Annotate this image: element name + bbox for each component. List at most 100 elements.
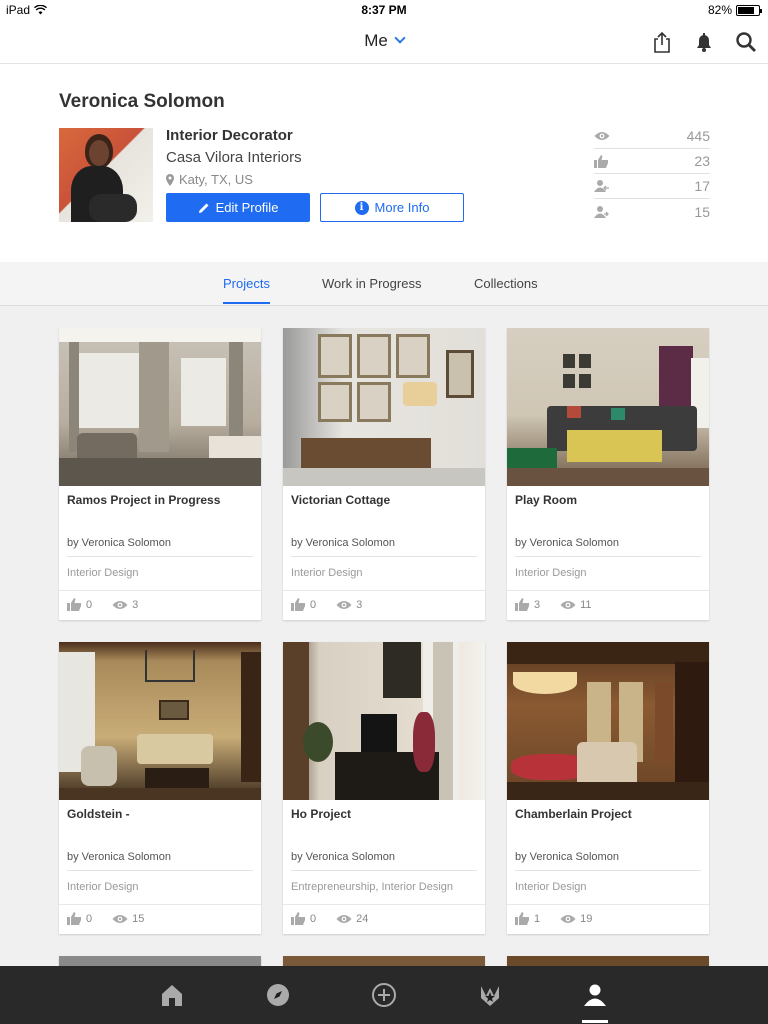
- divider: [283, 904, 485, 905]
- thumbs-up-icon[interactable]: [67, 598, 82, 611]
- thumbs-up-icon: [594, 154, 608, 168]
- like-count: 0: [86, 598, 93, 611]
- edit-profile-label: Edit Profile: [215, 200, 279, 215]
- eye-icon: [112, 914, 128, 923]
- profile-title: Interior Decorator: [166, 127, 293, 144]
- eye-icon: [594, 132, 610, 140]
- project-card[interactable]: [283, 956, 485, 966]
- eye-icon: [112, 600, 128, 609]
- project-card[interactable]: [507, 956, 709, 966]
- home-icon[interactable]: [159, 982, 185, 1008]
- divider: [507, 904, 709, 905]
- project-card[interactable]: Goldstein - by Veronica Solomon Interior…: [59, 642, 261, 934]
- thumbs-up-icon[interactable]: [515, 912, 530, 925]
- project-thumbnail[interactable]: [507, 642, 709, 800]
- nav-icons: [650, 30, 758, 54]
- card-author[interactable]: by Veronica Solomon: [291, 537, 395, 549]
- project-card[interactable]: Ramos Project in Progress by Veronica So…: [59, 328, 261, 620]
- card-author[interactable]: by Veronica Solomon: [515, 851, 619, 863]
- card-author[interactable]: by Veronica Solomon: [67, 851, 171, 863]
- project-card[interactable]: Play Room by Veronica Solomon Interior D…: [507, 328, 709, 620]
- like-count: 0: [86, 912, 93, 925]
- follower-icon: [594, 180, 609, 192]
- profile-icon[interactable]: [582, 982, 608, 1008]
- project-thumbnail[interactable]: [59, 328, 261, 486]
- card-title[interactable]: Goldstein -: [67, 807, 130, 821]
- project-card[interactable]: [59, 956, 261, 966]
- chevron-down-icon: [394, 32, 406, 44]
- card-title[interactable]: Ho Project: [291, 807, 351, 821]
- status-bar: iPad 8:37 PM 82%: [0, 0, 768, 20]
- card-author[interactable]: by Veronica Solomon: [67, 537, 171, 549]
- profile-stats: 445 23 17 15: [594, 124, 710, 224]
- divider: [291, 870, 477, 871]
- share-icon[interactable]: [650, 30, 674, 54]
- profile-header: Veronica Solomon Interior Decorator Casa…: [0, 64, 768, 262]
- profile-company: Casa Vilora Interiors: [166, 149, 302, 166]
- pencil-icon: [198, 203, 209, 213]
- view-count: 15: [132, 912, 145, 925]
- project-thumbnail[interactable]: [283, 328, 485, 486]
- card-title[interactable]: Ramos Project in Progress: [67, 493, 220, 507]
- bell-icon[interactable]: [692, 30, 716, 54]
- project-card[interactable]: Victorian Cottage by Veronica Solomon In…: [283, 328, 485, 620]
- card-title[interactable]: Victorian Cottage: [291, 493, 390, 507]
- card-category: Interior Design: [515, 881, 587, 893]
- card-category: Interior Design: [67, 881, 139, 893]
- card-title[interactable]: Chamberlain Project: [515, 807, 632, 821]
- location-text: Katy, TX, US: [179, 172, 253, 187]
- view-count: 11: [580, 598, 592, 611]
- award-icon[interactable]: [477, 982, 503, 1008]
- battery-percent: 82%: [707, 3, 732, 17]
- tab-work-in-progress[interactable]: Work in Progress: [322, 276, 421, 291]
- card-category: Interior Design: [67, 567, 139, 579]
- divider: [515, 556, 701, 557]
- project-thumbnail[interactable]: [507, 328, 709, 486]
- thumbs-up-icon[interactable]: [291, 912, 306, 925]
- more-info-button[interactable]: i More Info: [320, 193, 464, 222]
- stat-value: 23: [694, 153, 710, 169]
- card-author[interactable]: by Veronica Solomon: [515, 537, 619, 549]
- project-thumbnail[interactable]: [283, 642, 485, 800]
- card-author[interactable]: by Veronica Solomon: [291, 851, 395, 863]
- stat-value: 445: [686, 128, 710, 144]
- battery-icon: [736, 4, 762, 16]
- card-category: Entrepreneurship, Interior Design: [291, 881, 454, 893]
- project-card[interactable]: Ho Project by Veronica Solomon Entrepren…: [283, 642, 485, 934]
- stat-following: 15: [594, 199, 710, 224]
- stat-value: 17: [694, 178, 710, 194]
- add-icon[interactable]: [371, 982, 397, 1008]
- avatar: [59, 128, 153, 222]
- stat-views: 445: [594, 124, 710, 149]
- eye-icon: [560, 914, 576, 923]
- card-meta: 1 19: [515, 912, 592, 925]
- card-title[interactable]: Play Room: [515, 493, 577, 507]
- divider: [291, 556, 477, 557]
- eye-icon: [336, 914, 352, 923]
- thumbs-up-icon[interactable]: [291, 598, 306, 611]
- project-thumbnail[interactable]: [59, 642, 261, 800]
- divider: [507, 590, 709, 591]
- tab-collections[interactable]: Collections: [474, 276, 538, 291]
- stat-value: 15: [694, 203, 710, 220]
- top-nav: Me: [0, 20, 768, 64]
- tab-projects[interactable]: Projects: [223, 276, 270, 304]
- thumbs-up-icon[interactable]: [515, 598, 530, 611]
- profile-location: Katy, TX, US: [166, 172, 253, 187]
- like-count: 0: [310, 912, 317, 925]
- project-card[interactable]: Chamberlain Project by Veronica Solomon …: [507, 642, 709, 934]
- profile-name: Veronica Solomon: [59, 91, 225, 112]
- stat-followers: 17: [594, 174, 710, 199]
- view-count: 3: [132, 598, 139, 611]
- compass-icon[interactable]: [265, 982, 291, 1008]
- thumbs-up-icon[interactable]: [67, 912, 82, 925]
- active-tab-indicator: [582, 1020, 608, 1023]
- eye-icon: [336, 600, 352, 609]
- view-count: 19: [580, 912, 593, 925]
- divider: [67, 870, 253, 871]
- more-info-label: More Info: [374, 200, 430, 215]
- search-icon[interactable]: [734, 30, 758, 54]
- divider: [59, 590, 261, 591]
- divider: [67, 556, 253, 557]
- edit-profile-button[interactable]: Edit Profile: [166, 193, 310, 222]
